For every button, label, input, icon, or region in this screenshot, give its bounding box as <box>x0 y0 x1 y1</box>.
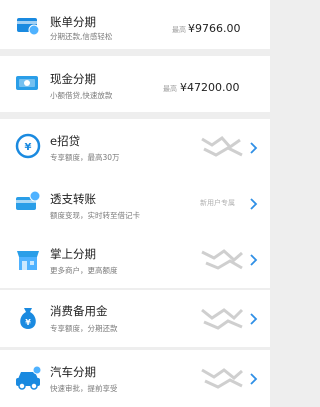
item-subtitle: 额度变现，实时转至借记卡 <box>50 211 140 220</box>
item-subtitle: 专享额度，分期还款 <box>50 324 118 333</box>
item-title: 掌上分期 <box>50 247 96 261</box>
svg-text:¥: ¥ <box>25 318 31 327</box>
divider <box>0 49 270 56</box>
divider <box>0 112 270 119</box>
item-subtitle: 更多商户，更高额度 <box>50 266 118 275</box>
item-title: 账单分期 <box>50 15 96 29</box>
max-label: 最高 <box>172 26 186 34</box>
item-title: 现金分期 <box>50 72 96 86</box>
overdraft-transfer-icon <box>16 190 41 210</box>
blurred-amount <box>201 249 243 270</box>
shop-installment-icon <box>17 251 39 270</box>
money-bag-icon: ¥ <box>20 308 36 329</box>
list-item-e-loan[interactable]: ¥ e招贷 专享额度，最高30万 <box>0 119 270 176</box>
item-title: 汽车分期 <box>50 365 96 379</box>
blurred-amount <box>201 308 244 330</box>
blurred-amount <box>201 368 243 389</box>
item-subtitle: 分期还款,信感轻松 <box>50 32 113 41</box>
blurred-amount <box>201 136 243 157</box>
chevron-right-icon <box>250 254 258 266</box>
cash-installment-icon <box>16 76 38 90</box>
list-item-cash-installment[interactable]: 现金分期 小额借贷,快速放款 最高 ¥47200.00 <box>0 56 270 112</box>
item-title: e招贷 <box>50 134 81 148</box>
new-user-label: 新用户专属 <box>200 199 235 207</box>
item-subtitle: 专享额度，最高30万 <box>50 153 120 162</box>
chevron-right-icon <box>250 198 258 210</box>
item-title: 透支转账 <box>50 192 96 206</box>
chevron-right-icon <box>250 373 258 385</box>
bill-installment-icon <box>17 18 40 36</box>
list-item-overdraft-transfer[interactable]: 透支转账 额度变现，实时转至借记卡 新用户专属 <box>0 175 270 233</box>
list-item-consumer-reserve[interactable]: ¥ 消费备用金 专享额度，分期还款 <box>0 290 270 347</box>
item-subtitle: 快速审批，提前享受 <box>50 384 118 393</box>
svg-text:¥: ¥ <box>25 142 32 153</box>
max-amount: ¥9766.00 <box>188 22 241 35</box>
item-subtitle: 小额借贷,快速放款 <box>50 91 113 100</box>
chevron-right-icon <box>250 142 258 154</box>
list-item-bill-installment[interactable]: 账单分期 分期还款,信感轻松 最高 ¥9766.00 <box>0 0 270 49</box>
max-amount: ¥47200.00 <box>180 81 240 94</box>
yen-loan-icon: ¥ <box>15 133 41 159</box>
chevron-right-icon <box>250 313 258 325</box>
max-label: 最高 <box>163 85 177 93</box>
item-title: 消费备用金 <box>50 304 108 318</box>
list-item-mobile-installment[interactable]: 掌上分期 更多商户，更高额度 <box>0 232 270 288</box>
list-item-car-installment[interactable]: 汽车分期 快速审批，提前享受 <box>0 350 270 407</box>
car-icon <box>16 365 42 390</box>
